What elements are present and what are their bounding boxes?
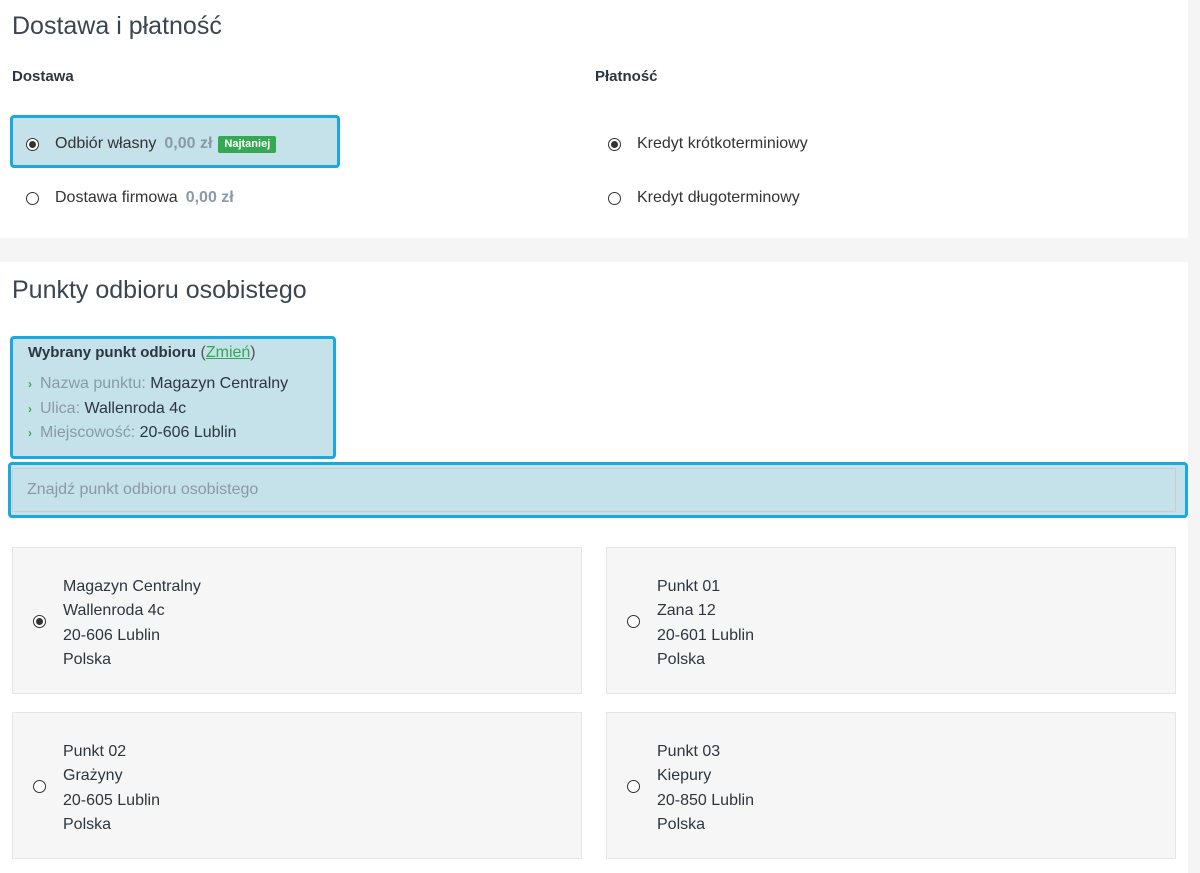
payment-option-long[interactable]: Kredyt długoterminowy — [608, 185, 800, 211]
payment-option-label: Kredyt długoterminowy — [637, 189, 800, 206]
field-key: Ulica: — [40, 400, 81, 417]
pickup-point-radio[interactable] — [627, 615, 640, 628]
delivery-option-price: 0,00 zł — [164, 135, 213, 152]
payment-header: Płatność — [595, 68, 658, 85]
pickup-point-card[interactable]: Punkt 02 Grażyny 20-605 Lublin Polska — [12, 712, 582, 859]
payment-option-label: Kredyt krótkoterminiowy — [637, 135, 808, 152]
pickup-search-input[interactable] — [12, 468, 1176, 512]
point-name: Punkt 01 — [657, 578, 721, 595]
point-city: 20-606 Lublin — [63, 626, 160, 644]
field-key: Miejscowość: — [40, 424, 136, 441]
chevron-right-icon: › — [28, 377, 32, 391]
delivery-radio-firmowa[interactable] — [26, 191, 39, 205]
field-value: Wallenroda 4c — [84, 400, 187, 417]
point-city: 20-850 Lublin — [657, 791, 754, 809]
delivery-option-firmowa[interactable]: Dostawa firmowa 0,00 zł — [26, 185, 234, 211]
pickup-point-radio[interactable] — [33, 780, 46, 793]
delivery-option-odbior[interactable]: Odbiór własny 0,00 zł Najtaniej — [26, 131, 277, 157]
point-name: Punkt 03 — [657, 743, 721, 760]
pickup-point-address: Magazyn Centralny Wallenroda 4c 20-606 L… — [63, 575, 201, 672]
point-street: Kiepury — [657, 767, 712, 785]
pickup-point-card[interactable]: Punkt 03 Kiepury 20-850 Lublin Polska — [606, 712, 1176, 859]
field-key: Nazwa punktu: — [40, 375, 146, 392]
pickup-point-card[interactable]: Punkt 01 Zana 12 20-601 Lublin Polska — [606, 547, 1176, 694]
pickup-point-address: Punkt 03 Kiepury 20-850 Lublin Polska — [657, 740, 754, 837]
selected-point-title: Wybrany punkt odbioru — [28, 344, 197, 361]
point-name: Magazyn Centralny — [63, 578, 201, 595]
pickup-point-card[interactable]: Magazyn Centralny Wallenroda 4c 20-606 L… — [12, 547, 582, 694]
chevron-right-icon: › — [28, 402, 32, 416]
pickup-point-radio[interactable] — [33, 615, 46, 628]
point-street: Zana 12 — [657, 602, 716, 620]
cheapest-badge: Najtaniej — [218, 135, 277, 153]
point-country: Polska — [63, 650, 112, 668]
point-country: Polska — [657, 815, 706, 833]
point-country: Polska — [63, 815, 112, 833]
paren-close: ) — [250, 344, 256, 361]
pickup-point-radio[interactable] — [627, 780, 640, 793]
point-country: Polska — [657, 650, 706, 668]
pickup-point-address: Punkt 02 Grażyny 20-605 Lublin Polska — [63, 740, 160, 837]
point-city: 20-605 Lublin — [63, 791, 160, 809]
point-street: Wallenroda 4c — [63, 602, 165, 620]
delivery-radio-odbior[interactable] — [26, 137, 39, 151]
point-city: 20-601 Lublin — [657, 626, 754, 644]
point-name: Punkt 02 — [63, 743, 127, 760]
delivery-option-price: 0,00 zł — [185, 189, 234, 206]
selected-point-city-row: › Miejscowość: 20-606 Lublin — [28, 424, 237, 442]
pickup-point-address: Punkt 01 Zana 12 20-601 Lublin Polska — [657, 575, 754, 672]
point-street: Grażyny — [63, 767, 123, 785]
selected-point-name-row: › Nazwa punktu: Magazyn Centralny — [28, 375, 288, 393]
payment-radio-short[interactable] — [608, 137, 621, 151]
delivery-payment-section: Dostawa i płatność Dostawa Płatność Odbi… — [0, 0, 1188, 238]
section-title-pickup: Punkty odbioru osobistego — [12, 276, 307, 304]
selected-point-heading: Wybrany punkt odbioru (Zmień) — [28, 344, 256, 362]
selected-point-street-row: › Ulica: Wallenroda 4c — [28, 400, 186, 418]
field-value: 20-606 Lublin — [139, 424, 237, 441]
payment-radio-long[interactable] — [608, 191, 621, 205]
delivery-option-label: Odbiór własny — [55, 135, 157, 152]
chevron-right-icon: › — [28, 426, 32, 440]
section-title-delivery-payment: Dostawa i płatność — [12, 12, 222, 40]
field-value: Magazyn Centralny — [150, 375, 289, 392]
change-point-link[interactable]: Zmień — [206, 344, 250, 361]
payment-option-short[interactable]: Kredyt krótkoterminiowy — [608, 131, 808, 157]
delivery-header: Dostawa — [12, 68, 74, 85]
delivery-option-label: Dostawa firmowa — [55, 189, 178, 206]
